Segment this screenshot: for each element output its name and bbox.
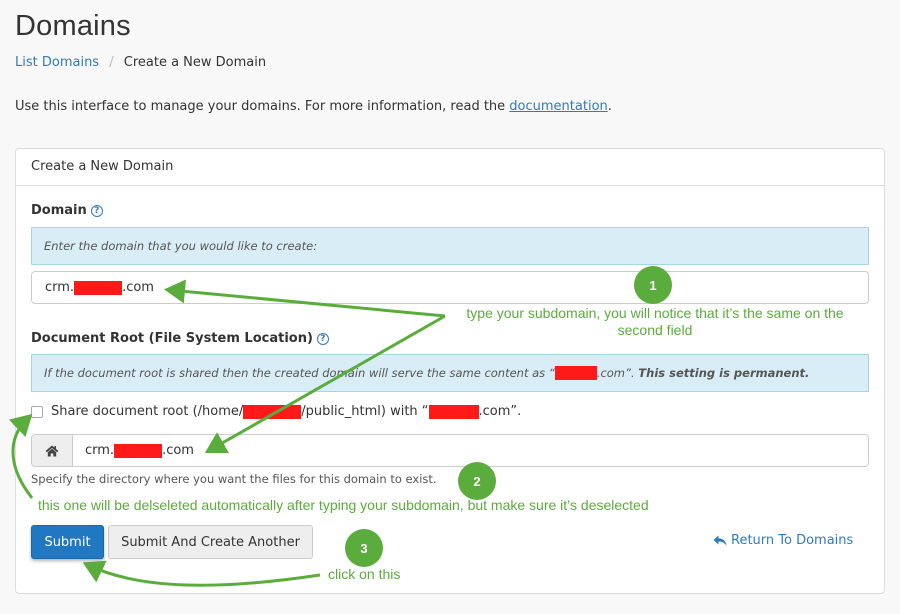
breadcrumb-current: Create a New Domain	[123, 55, 267, 70]
share-document-root-checkbox[interactable]	[31, 405, 43, 418]
intro-text: Use this interface to manage your domain…	[15, 99, 612, 114]
callout-text-suffix: .com”.	[596, 366, 635, 380]
checkbox-label-middle: /public_html) with “	[301, 404, 429, 419]
redacted-block	[554, 366, 597, 380]
document-root-input[interactable]: crm. .com	[73, 435, 868, 466]
document-root-input-group: crm. .com	[31, 434, 869, 467]
create-domain-panel: Create a New Domain Domain? Enter the do…	[15, 148, 885, 594]
submit-button[interactable]: Submit	[31, 525, 104, 559]
reply-arrow-icon	[713, 535, 727, 546]
page-title: Domains	[15, 10, 131, 42]
redacted-block	[74, 280, 123, 295]
question-circle-icon[interactable]: ?	[316, 333, 329, 345]
return-to-domains-label: Return To Domains	[731, 533, 854, 548]
document-root-help-text: Specify the directory where you want the…	[31, 472, 437, 486]
callout-text: If the document root is shared then the …	[44, 366, 555, 380]
domain-value-suffix: .com	[122, 280, 154, 295]
breadcrumb-separator: /	[109, 55, 114, 70]
document-root-label-text: Document Root (File System Location)	[31, 331, 313, 346]
document-root-callout: If the document root is shared then the …	[31, 354, 869, 392]
checkbox-label-prefix: Share document root (/home/	[51, 404, 244, 419]
redacted-block	[243, 404, 302, 419]
domain-value-prefix: crm.	[45, 280, 75, 295]
breadcrumb-list-domains-link[interactable]: List Domains	[15, 55, 99, 70]
document-root-value-suffix: .com	[162, 443, 194, 458]
submit-and-create-another-button[interactable]: Submit And Create Another	[108, 525, 313, 559]
domain-callout: Enter the domain that you would like to …	[31, 227, 869, 265]
checkbox-label-suffix: .com”.	[478, 404, 522, 419]
domain-label-text: Domain	[31, 203, 87, 218]
breadcrumb: List Domains / Create a New Domain	[15, 55, 266, 70]
callout-bold-warning: This setting is permanent.	[638, 366, 810, 380]
panel-heading: Create a New Domain	[16, 149, 884, 186]
document-root-value-prefix: crm.	[85, 443, 115, 458]
document-root-label: Document Root (File System Location)?	[31, 331, 329, 346]
intro-text-body: Use this interface to manage your domain…	[15, 99, 510, 114]
domain-label: Domain?	[31, 203, 103, 218]
domain-input[interactable]: crm. .com	[31, 271, 869, 304]
return-to-domains-link[interactable]: Return To Domains	[713, 533, 853, 548]
intro-text-end: .	[607, 99, 612, 114]
documentation-link[interactable]: documentation	[509, 99, 607, 114]
question-circle-icon[interactable]: ?	[90, 205, 103, 217]
home-icon	[32, 435, 73, 466]
redacted-block	[428, 404, 479, 419]
redacted-block	[114, 443, 163, 458]
share-document-root-row[interactable]: Share document root (/home/ /public_html)…	[31, 404, 521, 419]
